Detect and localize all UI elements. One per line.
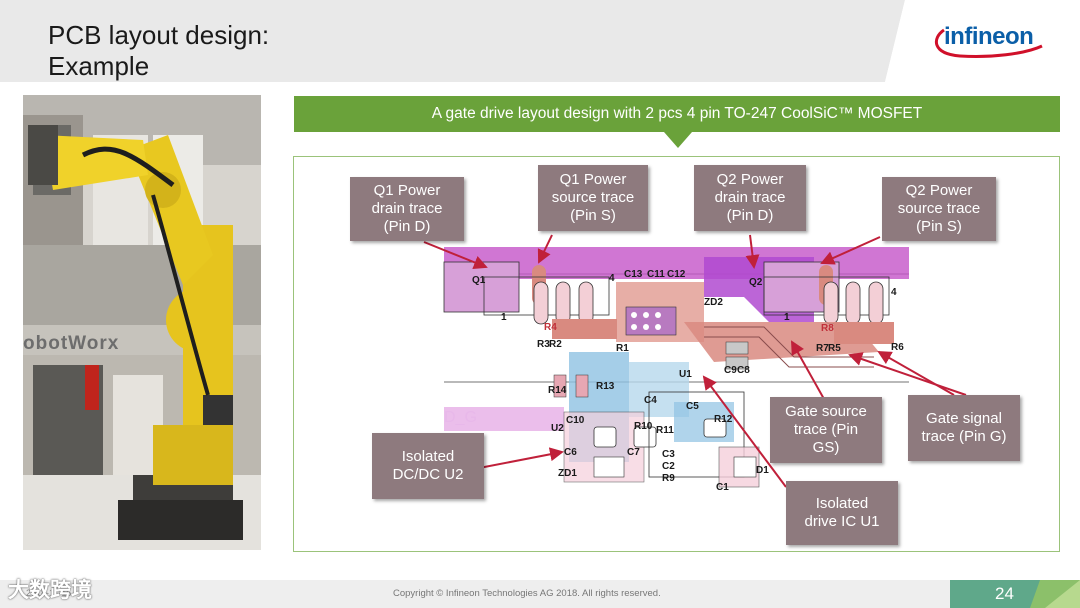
pcb-label-u2: U2: [551, 423, 564, 434]
page-title: PCB layout design: Example: [48, 20, 269, 82]
pcb-label-zd2: ZD2: [704, 297, 723, 308]
pcb-label-dg: D_G: [444, 409, 477, 426]
pcb-label-c7: C7: [627, 447, 640, 458]
pcb-label-c6: C6: [564, 447, 577, 458]
pcb-label-c5: C5: [686, 401, 699, 412]
pcb-label-c3: C3: [662, 449, 675, 460]
callout-q1-drain: Q1 Power drain trace (Pin D): [350, 177, 464, 241]
pcb-label-c11: C11: [647, 269, 665, 280]
pcb-figure: C13 C11 C12 Q1 Q2 4 4 1 1 ZD2 R4 R3 R2 R…: [293, 156, 1060, 552]
callout-q1-source-text: Q1 Power source trace (Pin S): [551, 171, 635, 224]
infineon-logo: infineon: [930, 18, 1048, 62]
callout-dcdc-u2-text: Isolated DC/DC U2: [392, 448, 464, 483]
pcb-label-r2: R2: [549, 339, 562, 350]
footer-copyright: Copyright © Infineon Technologies AG 201…: [393, 588, 661, 599]
callout-q1-source: Q1 Power source trace (Pin S): [538, 165, 648, 231]
robot-illustration: [23, 95, 261, 550]
slide-footer: 2018-11-15 大数跨境 Copyright © Infineon Tec…: [0, 579, 1080, 608]
pcb-label-r12: R12: [714, 414, 733, 425]
callout-dcdc-u2: Isolated DC/DC U2: [372, 433, 484, 499]
callout-gate-signal: Gate signal trace (Pin G): [908, 395, 1020, 461]
pcb-label-c4: C4: [644, 395, 657, 406]
pcb-label-r5: R5: [828, 343, 841, 354]
pcb-label-pin4a: 4: [609, 273, 615, 284]
slide-header: PCB layout design: Example infineon: [0, 0, 1080, 82]
pcb-label-q2: Q2: [749, 277, 763, 288]
pcb-label-r3: R3: [537, 339, 550, 350]
pcb-label-c10: C10: [566, 415, 585, 426]
callout-q1-drain-text: Q1 Power drain trace (Pin D): [371, 182, 443, 235]
pcb-label-r7: R7: [816, 343, 829, 354]
pcb-label-r14: R14: [548, 385, 567, 396]
pcb-label-c13: C13: [624, 269, 643, 280]
callout-q2-drain-text: Q2 Power drain trace (Pin D): [714, 171, 786, 224]
callout-q2-drain: Q2 Power drain trace (Pin D): [694, 165, 806, 231]
pcb-label-r6: R6: [891, 342, 904, 353]
pcb-label-c8: C8: [737, 365, 750, 376]
pcb-label-r8: R8: [821, 323, 834, 334]
pcb-label-r9: R9: [662, 473, 675, 484]
callout-gate-signal-text: Gate signal trace (Pin G): [921, 410, 1007, 445]
pcb-label-r13: R13: [596, 381, 615, 392]
pcb-label-r4: R4: [544, 322, 557, 333]
callout-gate-source: Gate source trace (Pin GS): [770, 397, 882, 463]
pcb-label-q1: Q1: [472, 275, 486, 286]
pcb-label-c9: C9: [724, 365, 737, 376]
callout-drive-ic-u1: Isolated drive IC U1: [786, 481, 898, 545]
banner-arrow: [664, 132, 692, 148]
title-line-2: Example: [48, 51, 150, 81]
pcb-label-pin1b: 1: [784, 312, 790, 323]
pcb-label-u1: U1: [679, 369, 692, 380]
pcb-label-c1: C1: [716, 482, 729, 493]
pcb-label-pin4b: 4: [891, 287, 897, 298]
pcb-label-pin1a: 1: [501, 312, 507, 323]
pcb-label-r1: R1: [616, 343, 629, 354]
pcb-label-r10: R10: [634, 421, 653, 432]
watermark: 大数跨境: [8, 579, 92, 602]
robot-photo: obotWorx: [23, 95, 261, 550]
pcb-label-d1: D1: [756, 465, 769, 476]
pcb-label-r11: R11: [656, 425, 674, 436]
robot-photo-sign: obotWorx: [23, 333, 120, 354]
callout-q2-source: Q2 Power source trace (Pin S): [882, 177, 996, 241]
logo-wordmark: infineon: [944, 23, 1034, 50]
banner: A gate drive layout design with 2 pcs 4 …: [294, 96, 1060, 132]
callout-gate-source-text: Gate source trace (Pin GS): [785, 403, 867, 456]
callout-drive-ic-u1-text: Isolated drive IC U1: [804, 495, 880, 530]
page-number-background: [950, 580, 1080, 608]
page-number: 24: [995, 584, 1014, 603]
pcb-label-c12: C12: [667, 269, 686, 280]
callout-q2-source-text: Q2 Power source trace (Pin S): [897, 182, 981, 235]
title-line-1: PCB layout design:: [48, 20, 270, 50]
pcb-label-c2: C2: [662, 461, 675, 472]
pcb-label-zd1: ZD1: [558, 468, 577, 479]
